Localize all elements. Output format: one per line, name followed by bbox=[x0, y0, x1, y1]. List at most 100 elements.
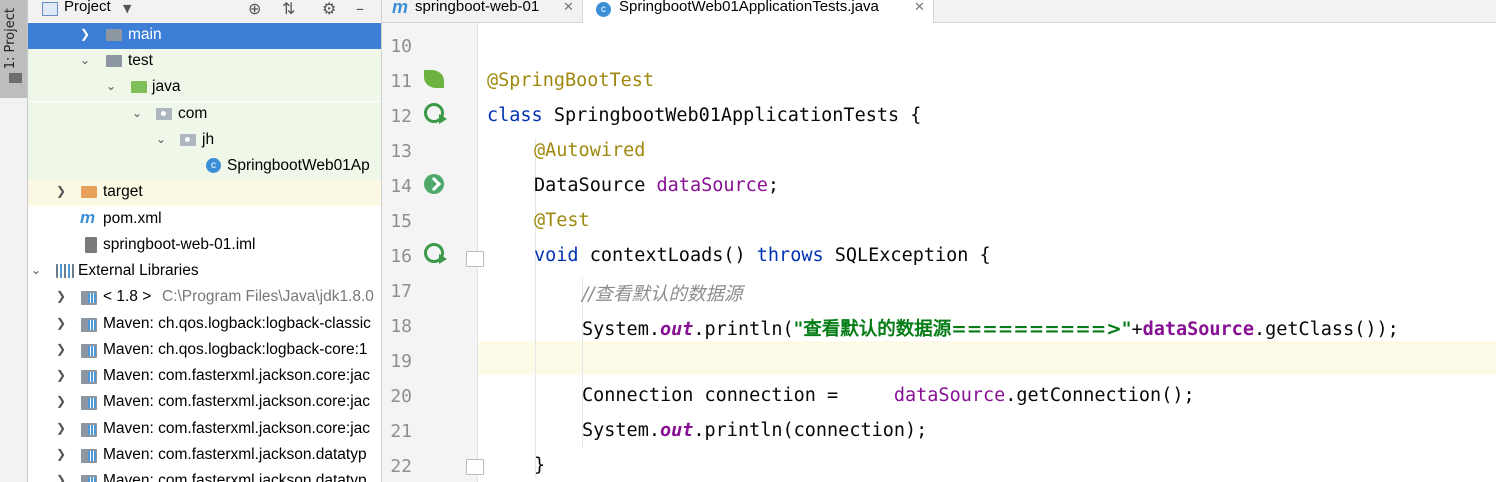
annotation: @SpringBootTest bbox=[487, 70, 655, 91]
chevron-down-icon[interactable]: ⌄ bbox=[106, 79, 118, 93]
string-literal: "查看默认的数据源==========>" bbox=[793, 319, 1132, 340]
chevron-right-icon[interactable]: ❯ bbox=[56, 473, 68, 482]
tree-item-library[interactable]: ❯ Maven: ch.qos.logback:logback-classic bbox=[28, 312, 381, 338]
tree-item-label: Maven: ch.qos.logback:logback-core:1 bbox=[103, 341, 368, 358]
run-test-icon[interactable] bbox=[424, 243, 447, 264]
tree-item-detail: C:\Program Files\Java\jdk1.8.0 bbox=[162, 288, 374, 305]
gear-icon[interactable]: ⚙ bbox=[322, 0, 336, 18]
tree-item-library[interactable]: ❯ Maven: com.fasterxml.jackson.core:jac bbox=[28, 364, 381, 390]
chevron-right-icon[interactable]: ❯ bbox=[56, 447, 68, 461]
tree-item-label: springboot-web-01.iml bbox=[103, 236, 256, 253]
annotation: @Autowired bbox=[534, 140, 646, 161]
line-number: 20 bbox=[390, 386, 412, 407]
field-name: dataSource bbox=[893, 385, 1006, 406]
tree-item-jdk[interactable]: ❯ < 1.8 > C:\Program Files\Java\jdk1.8.0 bbox=[28, 285, 381, 311]
tree-item-java[interactable]: ⌄ java bbox=[28, 75, 381, 101]
tree-item-label: Maven: com.fasterxml.jackson.core:jac bbox=[103, 420, 371, 437]
tree-item-label: main bbox=[128, 26, 162, 43]
line-number: 12 bbox=[390, 106, 412, 127]
tree-item-library[interactable]: ❯ Maven: com.fasterxml.jackson.core:jac bbox=[28, 417, 381, 443]
editor-gutter[interactable]: 10 11 12 13 14 15 16 17 18 19 20 21 22 bbox=[382, 23, 484, 482]
spring-bean-icon[interactable] bbox=[424, 70, 444, 88]
chevron-down-icon[interactable]: ⌄ bbox=[132, 106, 144, 120]
chevron-right-icon[interactable]: ❯ bbox=[56, 394, 68, 408]
hide-icon[interactable]: – bbox=[356, 0, 364, 18]
project-tool-window-button[interactable]: 1: Project bbox=[0, 0, 27, 98]
tree-item-iml[interactable]: springboot-web-01.iml bbox=[28, 233, 381, 259]
jar-icon bbox=[81, 449, 97, 463]
jdk-icon bbox=[81, 291, 97, 305]
class-declaration: SpringbootWeb01ApplicationTests { bbox=[542, 105, 922, 126]
maven-icon: m bbox=[80, 208, 96, 227]
autowired-navigate-icon[interactable] bbox=[424, 174, 444, 194]
line-number: 18 bbox=[390, 316, 412, 337]
chevron-right-icon[interactable]: ❯ bbox=[56, 368, 68, 382]
tree-item-jh[interactable]: ⌄ jh bbox=[28, 128, 381, 154]
tree-item-label: com bbox=[178, 105, 208, 122]
line-number: 19 bbox=[390, 351, 412, 372]
chevron-right-icon[interactable]: ❯ bbox=[56, 421, 68, 435]
chevron-down-icon[interactable]: ⌄ bbox=[31, 263, 43, 277]
tree-item-main[interactable]: ❯ main bbox=[28, 23, 381, 49]
close-icon[interactable]: ✕ bbox=[914, 0, 925, 15]
chevron-right-icon[interactable]: ❯ bbox=[56, 184, 68, 198]
chevron-right-icon[interactable]: ❯ bbox=[80, 27, 92, 41]
editor-tab-bar: m springboot-web-01 ✕ c SpringbootWeb01A… bbox=[382, 0, 1496, 23]
collapse-all-icon[interactable]: ⇅ bbox=[282, 0, 295, 18]
keyword: class bbox=[487, 105, 543, 126]
code-line-15: @Test bbox=[534, 210, 590, 231]
tree-item-target[interactable]: ❯ target bbox=[28, 180, 381, 206]
chevron-right-icon[interactable]: ❯ bbox=[56, 342, 68, 356]
tree-item-pom[interactable]: m pom.xml bbox=[28, 207, 381, 233]
close-icon[interactable]: ✕ bbox=[563, 0, 574, 15]
chevron-right-icon[interactable]: ❯ bbox=[56, 289, 68, 303]
chevron-down-icon[interactable]: ▼ bbox=[123, 2, 131, 15]
locate-icon[interactable]: ⊕ bbox=[248, 0, 261, 18]
tree-item-library[interactable]: ❯ Maven: com.fasterxml.jackson.core:jac bbox=[28, 390, 381, 416]
field-name: dataSource bbox=[656, 175, 768, 196]
jar-icon bbox=[81, 318, 97, 332]
tree-item-test-class[interactable]: c SpringbootWeb01Ap bbox=[28, 154, 381, 180]
tree-item-com[interactable]: ⌄ com bbox=[28, 102, 381, 128]
keyword: void bbox=[534, 245, 579, 266]
code-text: + bbox=[1131, 319, 1143, 340]
package-icon bbox=[180, 134, 196, 146]
iml-file-icon bbox=[85, 237, 97, 253]
run-test-icon[interactable] bbox=[424, 103, 447, 124]
jar-icon bbox=[81, 423, 97, 437]
code-line-17: //查看默认的数据源 bbox=[582, 280, 742, 306]
code-line-14: DataSource dataSource; bbox=[534, 175, 779, 196]
code-editor: m springboot-web-01 ✕ c SpringbootWeb01A… bbox=[382, 0, 1496, 482]
chevron-down-icon[interactable]: ⌄ bbox=[80, 53, 92, 67]
tree-item-label: < 1.8 > bbox=[103, 288, 152, 305]
tree-item-test[interactable]: ⌄ test bbox=[28, 49, 381, 75]
tree-item-label: test bbox=[128, 52, 153, 69]
tree-item-label: pom.xml bbox=[103, 210, 162, 227]
line-number: 22 bbox=[390, 456, 412, 477]
project-panel-header: Project ▼ ⊕ ⇅ ⚙ – bbox=[28, 0, 381, 22]
code-text: .getConnection(); bbox=[1005, 385, 1195, 406]
tree-item-library[interactable]: ❯ Maven: com.fasterxml.jackson.datatyp bbox=[28, 469, 381, 482]
tree-item-label: External Libraries bbox=[78, 262, 199, 279]
chevron-right-icon[interactable]: ❯ bbox=[56, 316, 68, 330]
chevron-down-icon[interactable]: ⌄ bbox=[156, 132, 168, 146]
code-line-21: System.out.println(connection); bbox=[582, 420, 927, 441]
type-name: DataSource bbox=[534, 175, 657, 196]
tree-item-external-libraries[interactable]: ⌄ External Libraries bbox=[28, 259, 381, 285]
tree-item-label: Maven: com.fasterxml.jackson.datatyp bbox=[103, 446, 367, 463]
folder-icon bbox=[8, 72, 23, 84]
code-area[interactable]: @SpringBootTest class SpringbootWeb01App… bbox=[478, 23, 1496, 482]
tab-application-tests[interactable]: c SpringbootWeb01ApplicationTests.java ✕ bbox=[582, 0, 934, 23]
tab-pom[interactable]: m springboot-web-01 ✕ bbox=[388, 0, 578, 22]
tree-item-label: Maven: com.fasterxml.jackson.datatyp bbox=[103, 472, 367, 482]
code-text: } bbox=[534, 455, 546, 476]
tree-item-library[interactable]: ❯ Maven: com.fasterxml.jackson.datatyp bbox=[28, 443, 381, 469]
tree-item-library[interactable]: ❯ Maven: ch.qos.logback:logback-core:1 bbox=[28, 338, 381, 364]
line-number: 21 bbox=[390, 421, 412, 442]
folder-icon bbox=[106, 55, 122, 67]
maven-icon: m bbox=[392, 0, 409, 17]
project-panel-title[interactable]: Project bbox=[64, 0, 111, 15]
line-number: 13 bbox=[390, 141, 412, 162]
code-line-18: System.out.println("查看默认的数据源==========>"… bbox=[582, 315, 1399, 341]
tree-item-label: Maven: com.fasterxml.jackson.core:jac bbox=[103, 367, 371, 384]
